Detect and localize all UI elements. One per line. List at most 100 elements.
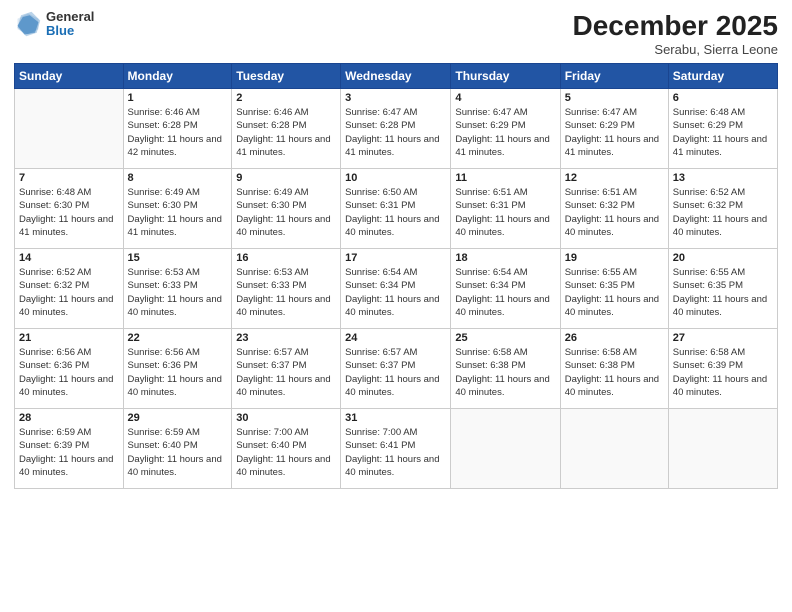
day-info: Sunrise: 6:52 AMSunset: 6:32 PMDaylight:… bbox=[673, 186, 773, 239]
day-info: Sunrise: 6:58 AMSunset: 6:39 PMDaylight:… bbox=[673, 346, 773, 399]
day-info: Sunrise: 6:46 AMSunset: 6:28 PMDaylight:… bbox=[128, 106, 228, 159]
day-number: 24 bbox=[345, 332, 446, 344]
day-number: 28 bbox=[19, 412, 119, 424]
calendar-cell: 18 Sunrise: 6:54 AMSunset: 6:34 PMDayligh… bbox=[451, 249, 560, 329]
title-block: December 2025 Serabu, Sierra Leone bbox=[573, 10, 778, 57]
day-number: 20 bbox=[673, 252, 773, 264]
calendar-cell: 29Sunrise: 6:59 AMSunset: 6:40 PMDayligh… bbox=[123, 409, 232, 489]
calendar-cell: 13 Sunrise: 6:52 AMSunset: 6:32 PMDayligh… bbox=[668, 169, 777, 249]
day-info: Sunrise: 6:52 AMSunset: 6:32 PMDaylight:… bbox=[19, 266, 119, 319]
month-title: December 2025 bbox=[573, 10, 778, 42]
calendar-week-2: 14 Sunrise: 6:52 AMSunset: 6:32 PMDayligh… bbox=[15, 249, 778, 329]
day-number: 29 bbox=[128, 412, 228, 424]
logo-general: General bbox=[46, 10, 94, 24]
calendar-cell: 8Sunrise: 6:49 AMSunset: 6:30 PMDaylight… bbox=[123, 169, 232, 249]
weekday-header-row: SundayMondayTuesdayWednesdayThursdayFrid… bbox=[15, 64, 778, 89]
day-number: 6 bbox=[673, 92, 773, 104]
day-number: 14 bbox=[19, 252, 119, 264]
day-info: Sunrise: 6:55 AMSunset: 6:35 PMDaylight:… bbox=[565, 266, 664, 319]
logo-icon bbox=[14, 10, 42, 38]
calendar-cell bbox=[668, 409, 777, 489]
day-info: Sunrise: 6:56 AMSunset: 6:36 PMDaylight:… bbox=[19, 346, 119, 399]
day-number: 7 bbox=[19, 172, 119, 184]
logo: General Blue bbox=[14, 10, 94, 39]
day-number: 21 bbox=[19, 332, 119, 344]
day-info: Sunrise: 6:50 AMSunset: 6:31 PMDaylight:… bbox=[345, 186, 446, 239]
location: Serabu, Sierra Leone bbox=[573, 42, 778, 57]
calendar-cell: 20 Sunrise: 6:55 AMSunset: 6:35 PMDayligh… bbox=[668, 249, 777, 329]
calendar-week-4: 28 Sunrise: 6:59 AMSunset: 6:39 PMDayligh… bbox=[15, 409, 778, 489]
day-number: 13 bbox=[673, 172, 773, 184]
day-info: Sunrise: 6:47 AMSunset: 6:29 PMDaylight:… bbox=[455, 106, 555, 159]
calendar-cell: 7 Sunrise: 6:48 AMSunset: 6:30 PMDaylight… bbox=[15, 169, 124, 249]
calendar-cell: 4Sunrise: 6:47 AMSunset: 6:29 PMDaylight… bbox=[451, 89, 560, 169]
day-info: Sunrise: 6:56 AMSunset: 6:36 PMDaylight:… bbox=[128, 346, 228, 399]
calendar-cell: 26 Sunrise: 6:58 AMSunset: 6:38 PMDayligh… bbox=[560, 329, 668, 409]
calendar-cell: 10 Sunrise: 6:50 AMSunset: 6:31 PMDayligh… bbox=[341, 169, 451, 249]
day-info: Sunrise: 6:51 AMSunset: 6:31 PMDaylight:… bbox=[455, 186, 555, 239]
day-info: Sunrise: 6:57 AMSunset: 6:37 PMDaylight:… bbox=[236, 346, 336, 399]
day-number: 18 bbox=[455, 252, 555, 264]
day-number: 27 bbox=[673, 332, 773, 344]
calendar-cell: 24 Sunrise: 6:57 AMSunset: 6:37 PMDayligh… bbox=[341, 329, 451, 409]
calendar-cell bbox=[560, 409, 668, 489]
day-info: Sunrise: 6:59 AMSunset: 6:39 PMDaylight:… bbox=[19, 426, 119, 479]
day-number: 10 bbox=[345, 172, 446, 184]
calendar-cell bbox=[451, 409, 560, 489]
day-info: Sunrise: 6:53 AMSunset: 6:33 PMDaylight:… bbox=[128, 266, 228, 319]
day-info: Sunrise: 7:00 AMSunset: 6:40 PMDaylight:… bbox=[236, 426, 336, 479]
day-info: Sunrise: 6:57 AMSunset: 6:37 PMDaylight:… bbox=[345, 346, 446, 399]
day-number: 8 bbox=[128, 172, 228, 184]
weekday-header-saturday: Saturday bbox=[668, 64, 777, 89]
day-number: 15 bbox=[128, 252, 228, 264]
day-info: Sunrise: 6:47 AMSunset: 6:29 PMDaylight:… bbox=[565, 106, 664, 159]
calendar-week-1: 7 Sunrise: 6:48 AMSunset: 6:30 PMDaylight… bbox=[15, 169, 778, 249]
weekday-header-thursday: Thursday bbox=[451, 64, 560, 89]
calendar-cell: 19 Sunrise: 6:55 AMSunset: 6:35 PMDayligh… bbox=[560, 249, 668, 329]
calendar-cell bbox=[15, 89, 124, 169]
logo-text: General Blue bbox=[46, 10, 94, 39]
calendar-cell: 11 Sunrise: 6:51 AMSunset: 6:31 PMDayligh… bbox=[451, 169, 560, 249]
day-number: 9 bbox=[236, 172, 336, 184]
day-info: Sunrise: 6:49 AMSunset: 6:30 PMDaylight:… bbox=[236, 186, 336, 239]
day-number: 25 bbox=[455, 332, 555, 344]
day-number: 30 bbox=[236, 412, 336, 424]
day-number: 16 bbox=[236, 252, 336, 264]
calendar-cell: 2Sunrise: 6:46 AMSunset: 6:28 PMDaylight… bbox=[232, 89, 341, 169]
calendar-cell: 30 Sunrise: 7:00 AMSunset: 6:40 PMDayligh… bbox=[232, 409, 341, 489]
calendar-cell: 25 Sunrise: 6:58 AMSunset: 6:38 PMDayligh… bbox=[451, 329, 560, 409]
weekday-header-sunday: Sunday bbox=[15, 64, 124, 89]
calendar-cell: 16 Sunrise: 6:53 AMSunset: 6:33 PMDayligh… bbox=[232, 249, 341, 329]
day-info: Sunrise: 6:58 AMSunset: 6:38 PMDaylight:… bbox=[455, 346, 555, 399]
day-info: Sunrise: 6:58 AMSunset: 6:38 PMDaylight:… bbox=[565, 346, 664, 399]
day-number: 3 bbox=[345, 92, 446, 104]
day-info: Sunrise: 6:53 AMSunset: 6:33 PMDaylight:… bbox=[236, 266, 336, 319]
calendar-cell: 5 Sunrise: 6:47 AMSunset: 6:29 PMDaylight… bbox=[560, 89, 668, 169]
day-info: Sunrise: 6:54 AMSunset: 6:34 PMDaylight:… bbox=[455, 266, 555, 319]
weekday-header-tuesday: Tuesday bbox=[232, 64, 341, 89]
day-info: Sunrise: 7:00 AMSunset: 6:41 PMDaylight:… bbox=[345, 426, 446, 479]
day-number: 31 bbox=[345, 412, 446, 424]
calendar-cell: 28 Sunrise: 6:59 AMSunset: 6:39 PMDayligh… bbox=[15, 409, 124, 489]
calendar-cell: 23Sunrise: 6:57 AMSunset: 6:37 PMDayligh… bbox=[232, 329, 341, 409]
calendar-cell: 1Sunrise: 6:46 AMSunset: 6:28 PMDaylight… bbox=[123, 89, 232, 169]
day-info: Sunrise: 6:55 AMSunset: 6:35 PMDaylight:… bbox=[673, 266, 773, 319]
calendar-cell: 15 Sunrise: 6:53 AMSunset: 6:33 PMDayligh… bbox=[123, 249, 232, 329]
day-number: 5 bbox=[565, 92, 664, 104]
header: General Blue December 2025 Serabu, Sierr… bbox=[14, 10, 778, 57]
calendar-cell: 22Sunrise: 6:56 AMSunset: 6:36 PMDayligh… bbox=[123, 329, 232, 409]
calendar-week-3: 21 Sunrise: 6:56 AMSunset: 6:36 PMDayligh… bbox=[15, 329, 778, 409]
day-number: 17 bbox=[345, 252, 446, 264]
calendar-cell: 31 Sunrise: 7:00 AMSunset: 6:41 PMDayligh… bbox=[341, 409, 451, 489]
calendar-cell: 6 Sunrise: 6:48 AMSunset: 6:29 PMDaylight… bbox=[668, 89, 777, 169]
day-number: 19 bbox=[565, 252, 664, 264]
calendar-cell: 14 Sunrise: 6:52 AMSunset: 6:32 PMDayligh… bbox=[15, 249, 124, 329]
calendar-cell: 9 Sunrise: 6:49 AMSunset: 6:30 PMDaylight… bbox=[232, 169, 341, 249]
day-info: Sunrise: 6:47 AMSunset: 6:28 PMDaylight:… bbox=[345, 106, 446, 159]
day-info: Sunrise: 6:48 AMSunset: 6:30 PMDaylight:… bbox=[19, 186, 119, 239]
weekday-header-monday: Monday bbox=[123, 64, 232, 89]
day-info: Sunrise: 6:54 AMSunset: 6:34 PMDaylight:… bbox=[345, 266, 446, 319]
day-number: 26 bbox=[565, 332, 664, 344]
day-number: 11 bbox=[455, 172, 555, 184]
day-info: Sunrise: 6:48 AMSunset: 6:29 PMDaylight:… bbox=[673, 106, 773, 159]
